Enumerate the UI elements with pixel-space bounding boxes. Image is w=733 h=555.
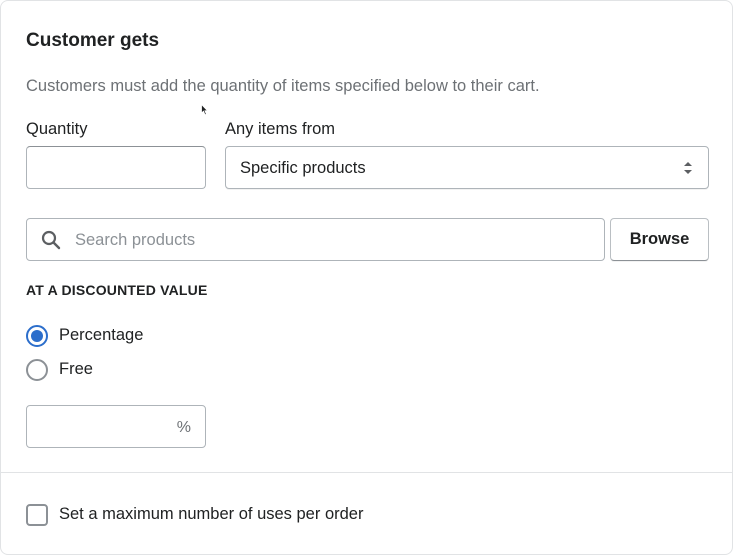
section-description: Customers must add the quantity of items… — [26, 77, 540, 95]
radio-option-percentage[interactable]: Percentage — [26, 324, 226, 348]
percentage-radio[interactable] — [26, 325, 48, 347]
select-arrows-icon — [684, 162, 692, 174]
search-products-input[interactable]: Search products — [26, 218, 605, 261]
free-radio[interactable] — [26, 359, 48, 381]
max-uses-label: Set a maximum number of uses per order — [59, 505, 364, 523]
percentage-value-input[interactable]: % — [26, 405, 206, 448]
customer-gets-card: Customer gets Customers must add the qua… — [0, 0, 733, 555]
search-icon — [41, 230, 61, 250]
section-title: Customer gets — [26, 30, 160, 51]
items-from-label: Any items from — [225, 120, 336, 138]
percent-suffix: % — [176, 419, 191, 436]
radio-option-free[interactable]: Free — [26, 358, 226, 382]
percentage-radio-label: Percentage — [59, 326, 144, 344]
items-from-selected-value: Specific products — [240, 159, 366, 177]
free-radio-label: Free — [59, 360, 93, 378]
mouse-cursor-icon — [201, 104, 209, 116]
quantity-label: Quantity — [26, 120, 88, 138]
browse-button[interactable]: Browse — [610, 218, 709, 261]
quantity-input[interactable] — [26, 146, 206, 189]
max-uses-checkbox[interactable] — [26, 504, 48, 526]
search-placeholder: Search products — [75, 231, 196, 249]
max-uses-option[interactable]: Set a maximum number of uses per order — [26, 503, 426, 527]
items-from-select[interactable]: Specific products — [225, 146, 709, 189]
section-divider — [1, 472, 732, 473]
discounted-value-heading: AT A DISCOUNTED VALUE — [26, 282, 208, 298]
